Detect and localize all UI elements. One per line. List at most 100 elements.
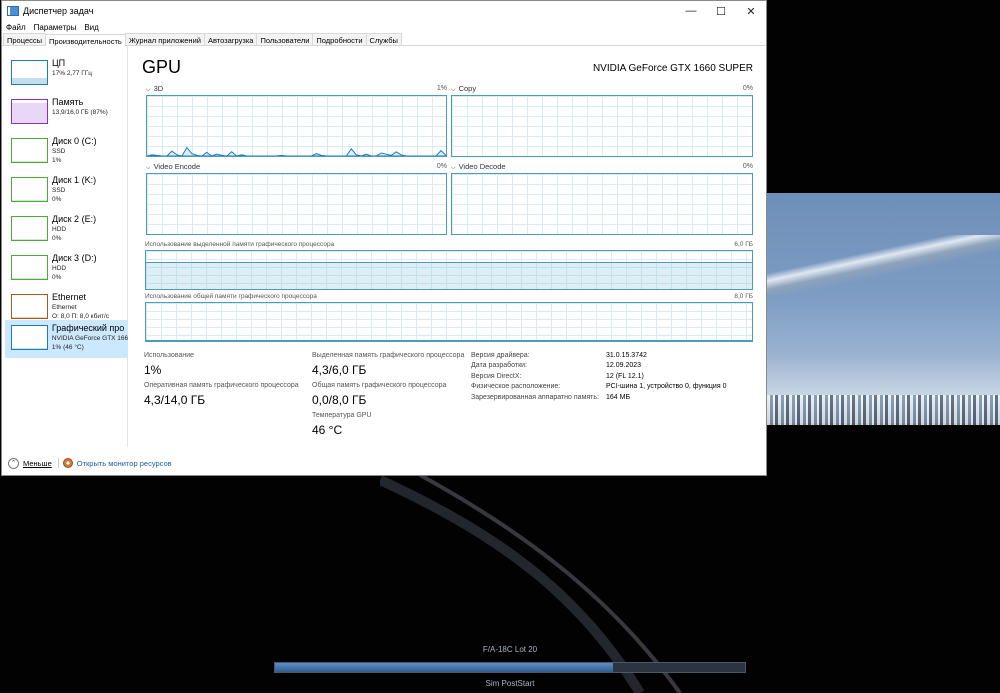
performance-panel: ЦП 17% 2,77 ГГц Память 13,9/16,0 ГБ (87%) … (2, 47, 766, 447)
maximize-button[interactable]: ☐ (706, 1, 736, 21)
thumbnail-fill (12, 161, 47, 162)
disk-thumbnail-graph (11, 216, 48, 241)
thumbnail-fill (12, 317, 47, 318)
tab-startup[interactable]: Автозагрузка (203, 33, 258, 45)
sidebar-item-disk-3[interactable]: Диск 3 (D:) HDD 0% (5, 250, 128, 287)
open-resource-monitor-link[interactable]: Открыть монитор ресурсов (77, 459, 172, 468)
graph-video-decode (451, 173, 753, 235)
tab-details[interactable]: Подробности (312, 33, 367, 45)
tab-users[interactable]: Пользователи (256, 33, 314, 45)
menu-view[interactable]: Вид (84, 23, 98, 32)
window-title: Диспетчер задач (23, 6, 94, 16)
engine-selector-video-decode[interactable]: ⌵ Video Decode (451, 162, 506, 172)
sidebar-item-label: Ethernet (52, 292, 87, 302)
task-manager-icon (7, 6, 19, 16)
engine-label: Video Encode (153, 162, 201, 171)
title-bar[interactable]: Диспетчер задач — ☐ ✕ (2, 1, 766, 21)
gpu-temperature-label: Температура GPU (312, 412, 372, 419)
tab-services[interactable]: Службы (365, 33, 402, 45)
sidebar-item-type: HDD (52, 226, 67, 233)
sidebar-item-disk-2[interactable]: Диск 2 (E:) HDD 0% (5, 211, 128, 248)
sidebar-item-disk-1[interactable]: Диск 1 (K:) SSD 0% (5, 172, 128, 209)
sidebar-item-memory[interactable]: Память 13,9/16,0 ГБ (87%) (5, 94, 128, 131)
game-background-sky (767, 193, 1000, 423)
menu-options[interactable]: Параметры (34, 23, 77, 32)
chevron-up-icon[interactable]: ⌃ (8, 457, 19, 469)
sidebar-item-type: HDD (52, 265, 67, 272)
thumbnail-fill (12, 278, 47, 279)
chevron-down-icon: ⌵ (146, 87, 151, 93)
dedicated-memory-fill (146, 261, 752, 289)
engine-label: 3D (153, 84, 164, 93)
gpu-model-name: NVIDIA GeForce GTX 1660 SUPER (592, 63, 753, 74)
menu-file[interactable]: Файл (6, 23, 26, 32)
sidebar-item-label: Диск 1 (K:) (52, 175, 97, 185)
shared-memory-label: Общая память графического процессора (312, 382, 447, 389)
reserved-memory-label: Зарезервированная аппаратно память: (471, 394, 599, 401)
minimize-button[interactable]: — (676, 1, 706, 21)
chevron-down-icon: ⌵ (451, 165, 456, 171)
tab-app-history[interactable]: Журнал приложений (124, 33, 205, 45)
sidebar-item-disk-0[interactable]: Диск 0 (C:) SSD 1% (5, 133, 128, 170)
gpu-ram-value: 4,3/14,0 ГБ (144, 393, 206, 407)
tab-processes[interactable]: Процессы (3, 33, 47, 45)
engine-value: 0% (742, 85, 753, 92)
close-button[interactable]: ✕ (736, 1, 766, 21)
sidebar-item-detail: 0% (52, 196, 62, 203)
dedicated-memory-label: Выделенная память графического процессор… (312, 352, 465, 359)
memory-thumbnail-graph (11, 99, 48, 124)
graph-3d-line (147, 146, 446, 156)
gpu-ram-label: Оперативная память графического процессо… (144, 382, 299, 389)
sidebar-item-type: SSD (52, 148, 66, 155)
thumbnail-fill (12, 239, 47, 240)
loading-title: F/A-18C Lot 20 (482, 645, 538, 654)
engine-value: 0% (436, 163, 447, 170)
usage-label: Использование (144, 352, 195, 359)
sidebar-item-label: Графический про (51, 323, 125, 333)
sidebar-item-label: Диск 3 (D:) (52, 253, 97, 263)
disk-thumbnail-graph (11, 138, 48, 163)
sidebar-item-gpu[interactable]: Графический про NVIDIA GeForce GTX 166 1% … (5, 320, 128, 358)
thumbnail-fill (12, 78, 47, 84)
thumbnail-fill (12, 348, 47, 349)
gpu-thumbnail-graph (11, 325, 48, 350)
driver-version-value: 31.0.15.3742 (606, 352, 647, 359)
sidebar-item-detail: 0% (52, 235, 62, 242)
loading-status: Sim PostStart (485, 679, 535, 688)
thumbnail-fill (12, 103, 47, 123)
sidebar-item-detail: 1% (52, 157, 62, 164)
engine-value: 1% (436, 85, 447, 92)
sidebar-item-label: Диск 2 (E:) (52, 214, 97, 224)
engine-selector-3d[interactable]: ⌵ 3D (146, 84, 163, 94)
sidebar-item-detail: 17% 2,77 ГГц (52, 70, 93, 77)
loading-progress-bar (274, 662, 746, 673)
shared-memory-graph-label: Использование общей памяти графического … (145, 293, 317, 300)
task-manager-window: Диспетчер задач — ☐ ✕ Файл Параметры Вид… (1, 0, 767, 476)
resource-sidebar: ЦП 17% 2,77 ГГц Память 13,9/16,0 ГБ (87%) … (2, 47, 128, 447)
physical-location-label: Физическое расположение: (471, 383, 561, 390)
page-title: GPU (142, 57, 182, 77)
fewer-details-link[interactable]: Меньше (23, 459, 52, 468)
divider (57, 458, 59, 468)
ethernet-thumbnail-graph (11, 294, 48, 319)
game-background-aircraft (767, 235, 1000, 295)
game-background-swoosh (380, 475, 682, 693)
sidebar-item-detail: 13,9/16,0 ГБ (87%) (52, 109, 108, 116)
usage-value: 1% (144, 363, 162, 377)
disk-thumbnail-graph (11, 255, 48, 280)
graph-copy (451, 95, 753, 157)
game-background-surface (767, 395, 1000, 425)
shared-memory-fill (146, 340, 752, 341)
driver-date-value: 12.09.2023 (606, 362, 642, 369)
engine-selector-video-encode[interactable]: ⌵ Video Encode (146, 162, 200, 172)
chevron-down-icon: ⌵ (451, 87, 456, 93)
engine-selector-copy[interactable]: ⌵ Copy (451, 84, 476, 94)
sidebar-item-cpu[interactable]: ЦП 17% 2,77 ГГц (5, 55, 128, 92)
dedicated-memory-value: 4,3/6,0 ГБ (312, 363, 367, 377)
sidebar-item-label: ЦП (52, 58, 66, 68)
dedicated-memory-max: 6,0 ГБ (734, 241, 753, 248)
sidebar-item-label: Память (52, 97, 84, 107)
tab-performance[interactable]: Производительность (45, 34, 126, 46)
sidebar-item-detail: 0% (52, 274, 62, 281)
shared-memory-graph (145, 302, 753, 342)
